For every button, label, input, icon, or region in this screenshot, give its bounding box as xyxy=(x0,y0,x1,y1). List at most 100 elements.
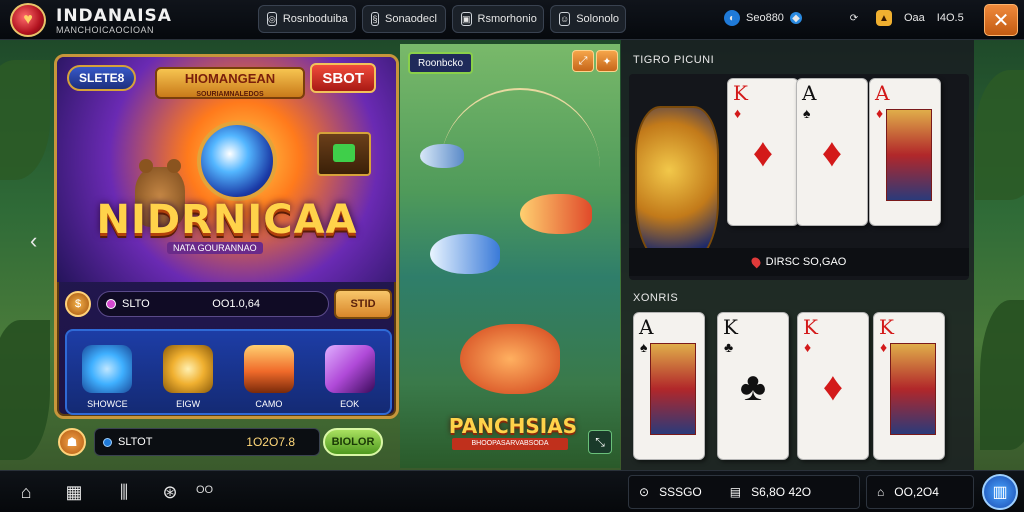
card-rank: K xyxy=(803,315,818,339)
tab-label: Solonolo xyxy=(576,13,620,25)
card-game-panel[interactable]: TIGRO PICUNI K ♦ ♦ A ♠ ♦ A ♦ DIRSC SO,GA… xyxy=(621,40,974,470)
medal-icon xyxy=(163,345,214,393)
playing-card[interactable]: K ♦ ♦ xyxy=(797,312,869,460)
bet-row: $ SLTO OO1.0,64 STID xyxy=(65,289,392,319)
refresh-control[interactable]: ⟳ xyxy=(846,10,862,26)
chevron-left-icon[interactable]: ‹ xyxy=(30,228,37,254)
feature-label: EOK xyxy=(340,399,360,409)
orb-icon xyxy=(197,121,277,201)
playing-card[interactable]: A ♠ ♦ xyxy=(796,78,868,226)
playing-card[interactable]: K ♦ xyxy=(873,312,945,460)
spin-wheel-icon[interactable]: ⊛ xyxy=(158,480,182,504)
record-icon: ⊙ xyxy=(639,485,650,499)
spin-button[interactable]: BIOLOR xyxy=(323,428,383,456)
app-root: ♥ INDANAISA MANCHOICAOCIOAN ◎ Rosnboduib… xyxy=(0,0,1024,512)
menu-round-button[interactable]: ▥ xyxy=(982,474,1018,510)
card-pip: ♣ xyxy=(739,365,767,409)
close-icon: ✕ xyxy=(992,9,1010,32)
brand-tagline: MANCHOICAOCIOAN xyxy=(56,25,155,35)
fishing-tag[interactable]: Roonbcko xyxy=(408,52,474,74)
playing-card[interactable]: K ♦ ♦ xyxy=(727,78,799,226)
fish-icon xyxy=(520,194,592,234)
spin-amount-field[interactable]: SLTOT 1O2O7.8 xyxy=(94,428,320,456)
gem-icon xyxy=(106,299,116,309)
building-icon: ▥ xyxy=(992,484,1008,501)
refresh-icon: ⟳ xyxy=(849,12,859,24)
settings-icon[interactable]: ✦ xyxy=(596,50,618,72)
card-suit: ♦ xyxy=(804,339,812,355)
wallet-box: ⌂ OO,2O4 xyxy=(866,475,974,509)
bet-label: SLTO xyxy=(122,298,150,310)
level-display[interactable]: ▲ Oaa I4O.5 xyxy=(876,10,964,26)
feature-eok[interactable]: EOK xyxy=(315,345,385,409)
tab-label: Rosnboduiba xyxy=(282,13,348,25)
card-pip: ♦ xyxy=(752,131,774,175)
expand-icon[interactable]: ⤢ xyxy=(572,50,594,72)
gift-icon: ▣ xyxy=(461,12,472,26)
location-pin-icon xyxy=(749,255,763,269)
bet-button[interactable]: STID xyxy=(334,289,392,319)
sbot-badge[interactable]: SBOT xyxy=(310,63,376,93)
balance-value: Seo880 xyxy=(746,12,784,24)
card-suit: ♠ xyxy=(803,105,811,121)
tab-label: Rsmorhonio xyxy=(477,13,537,25)
tab-games[interactable]: ◎ Rosnboduiba xyxy=(258,5,356,33)
playing-card[interactable]: A ♦ xyxy=(869,78,941,226)
bet-value: OO1.0,64 xyxy=(212,298,260,310)
playing-card[interactable]: K ♣ ♣ xyxy=(717,312,789,460)
tab-tickets[interactable]: § Sonaodecl xyxy=(362,5,446,33)
trophy-icon: ▲ xyxy=(876,10,892,26)
user-badge-icon[interactable]: ☗ xyxy=(58,428,86,456)
card-suit: ♣ xyxy=(724,339,734,355)
card-suit: ♠ xyxy=(640,339,648,355)
stat-left: SSSGO xyxy=(659,485,702,499)
fish-icon xyxy=(420,144,464,168)
fishing-subtitle: BHOOPASARVABSODA xyxy=(452,438,568,450)
game-icon: ◎ xyxy=(267,12,277,26)
card-rank: A xyxy=(802,81,817,105)
tab-promos[interactable]: ▣ Rsmorhonio xyxy=(452,5,544,33)
fullscreen-icon[interactable]: ⤡ xyxy=(588,430,612,454)
brand-logo-icon[interactable]: ♥ xyxy=(10,3,46,37)
dealer-amount-row: DIRSC SO,GAO xyxy=(629,248,969,276)
playing-card[interactable]: A ♠ xyxy=(633,312,705,460)
feature-eigw[interactable]: EIGW xyxy=(153,345,223,409)
count-label: OO xyxy=(196,484,214,496)
spin-value: 1O2O7.8 xyxy=(246,435,295,449)
feature-label: CAMO xyxy=(255,399,283,409)
balance-display[interactable]: ◐ Seo880 ◆ xyxy=(724,10,802,26)
top-banner-title: HIOMANGEAN xyxy=(184,71,276,86)
card-rank: A xyxy=(875,81,890,105)
feature-showce[interactable]: SHOWCE xyxy=(72,345,142,409)
fishing-game-panel[interactable]: Roonbcko ⤢ ✦ PANCHSIAS BHOOPASARVABSODA … xyxy=(400,44,620,468)
close-button[interactable]: ✕ xyxy=(984,4,1018,36)
ticket-icon: § xyxy=(371,12,379,26)
feature-label: SHOWCE xyxy=(87,399,128,409)
dragon-icon xyxy=(82,345,133,393)
cards-icon[interactable]: ⫼ xyxy=(112,480,136,504)
coin-icon[interactable]: $ xyxy=(65,291,91,317)
card-suit: ♦ xyxy=(880,339,888,355)
game-title: NIDRNICAA xyxy=(96,197,358,243)
chip-icon xyxy=(103,437,112,447)
bottom-bar: ⌂ ▦ ⫼ ⊛ OO ⊙ SSSGO ▤ S6,8O 42O ⌂ OO,2O4 … xyxy=(0,470,1024,512)
bet-field[interactable]: SLTO OO1.0,64 xyxy=(97,291,329,317)
vase-icon xyxy=(635,106,719,266)
face-card-art xyxy=(650,343,696,435)
tab-chat[interactable]: ☺ Solonolo xyxy=(550,5,626,33)
player-label: XONRIS xyxy=(633,292,679,304)
top-banner-subtitle: SOURIAMNALEDOS xyxy=(196,91,264,98)
face-card-art xyxy=(886,109,932,201)
big-fish-icon xyxy=(460,324,560,394)
feature-camo[interactable]: CAMO xyxy=(234,345,304,409)
slot-game-card[interactable]: SLETE8 HIOMANGEAN SOURIAMNALEDOS SBOT NI… xyxy=(54,54,399,419)
dealer-amount: DIRSC SO,GAO xyxy=(765,256,847,268)
bank-icon: ⌂ xyxy=(877,485,885,499)
card-rank: K xyxy=(879,315,894,339)
stats-box: ⊙ SSSGO ▤ S6,8O 42O xyxy=(628,475,860,509)
grid-icon[interactable]: ▦ xyxy=(62,480,86,504)
top-banner: HIOMANGEAN SOURIAMNALEDOS xyxy=(155,67,305,99)
treasure-chest-icon xyxy=(317,132,371,176)
stat-right: OO,2O4 xyxy=(894,485,939,499)
home-icon[interactable]: ⌂ xyxy=(14,480,38,504)
